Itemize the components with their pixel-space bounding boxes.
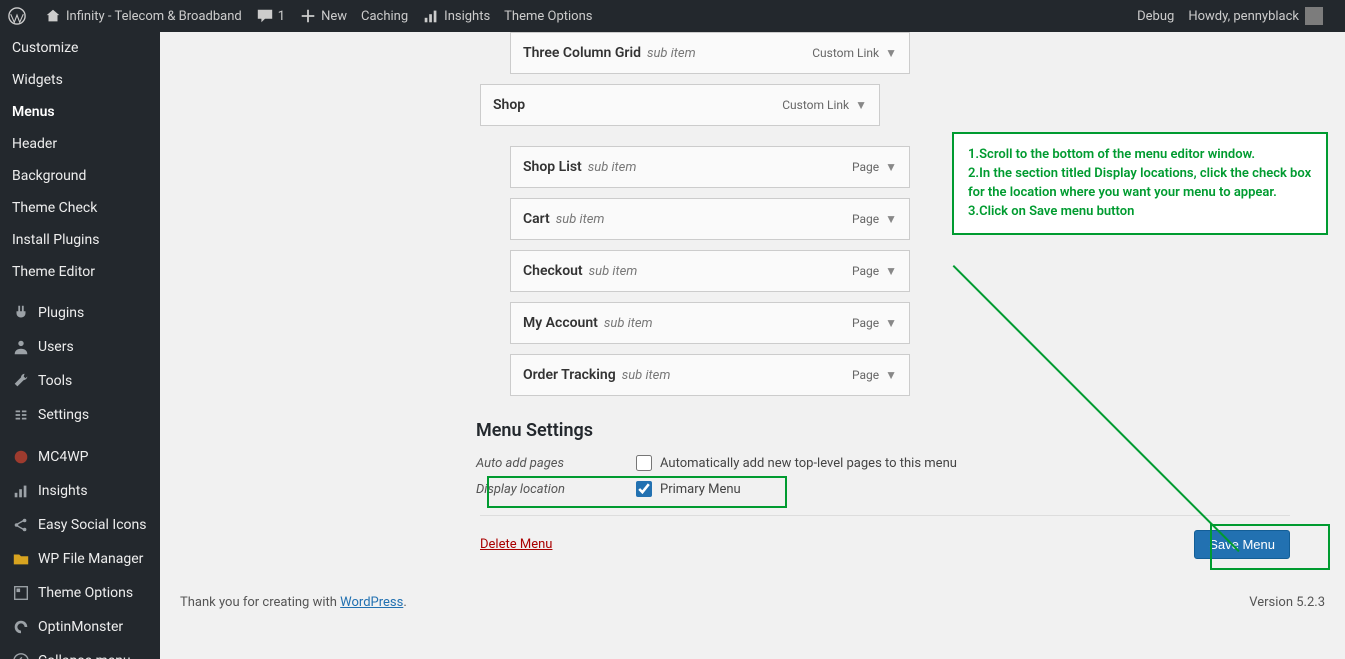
menu-item-type: Custom Link (782, 98, 849, 112)
plugins-icon (12, 304, 30, 322)
comments-count: 1 (278, 9, 285, 24)
tools-icon (12, 372, 30, 390)
annotation-tip: 1.Scroll to the bottom of the menu edito… (952, 132, 1328, 235)
sidebar-item-header[interactable]: Header (0, 128, 160, 160)
display-location-checkbox[interactable] (636, 481, 652, 497)
sidebar-item-users[interactable]: Users (0, 330, 160, 364)
chevron-down-icon[interactable]: ▼ (855, 98, 867, 112)
menu-item-handle[interactable]: ShopCustom Link▼ (480, 84, 880, 126)
mc4wp-icon (12, 448, 30, 466)
insights-icon (12, 482, 30, 500)
sidebar-item-customize[interactable]: Customize (0, 32, 160, 64)
auto-add-label[interactable]: Automatically add new top-level pages to… (636, 455, 957, 471)
my-account[interactable]: Howdy, pennyblack (1188, 7, 1323, 25)
menu-item-handle[interactable]: Checkoutsub itemPage▼ (510, 250, 910, 292)
plus-icon (299, 7, 317, 25)
menu-settings-heading: Menu Settings (476, 420, 1290, 441)
menu-item-type: Page (852, 368, 879, 382)
optin-icon (12, 618, 30, 636)
menu-item-handle[interactable]: Order Trackingsub itemPage▼ (510, 354, 910, 396)
publishing-actions: Delete Menu Save Menu (480, 515, 1290, 577)
chevron-down-icon[interactable]: ▼ (885, 316, 897, 330)
sidebar-item-install-plugins[interactable]: Install Plugins (0, 224, 160, 256)
folder-icon (12, 550, 30, 568)
chevron-down-icon[interactable]: ▼ (885, 264, 897, 278)
sidebar-item-menus[interactable]: Menus (0, 96, 160, 128)
new-label: New (321, 9, 347, 24)
wordpress-icon (8, 7, 26, 25)
sidebar-item-tools[interactable]: Tools (0, 364, 160, 398)
collapse-icon (12, 652, 30, 659)
wp-logo[interactable] (8, 7, 30, 25)
display-location-legend: Display location (476, 482, 636, 497)
sidebar-item-theme-options[interactable]: Theme Options (0, 576, 160, 610)
sidebar-item-settings[interactable]: Settings (0, 398, 160, 432)
display-location-row: Display location Primary Menu (476, 481, 1290, 497)
auto-add-legend: Auto add pages (476, 456, 636, 471)
menu-settings-section: Menu Settings Auto add pages Automatical… (476, 420, 1290, 497)
menu-item-type: Page (852, 264, 879, 278)
sidebar-item-optinmonster[interactable]: OptinMonster (0, 610, 160, 644)
insights-link[interactable]: Insights (422, 7, 490, 25)
debug-link[interactable]: Debug (1137, 9, 1174, 24)
sidebar-item-widgets[interactable]: Widgets (0, 64, 160, 96)
settings-icon (12, 406, 30, 424)
home-icon (44, 7, 62, 25)
menu-item-type: Page (852, 212, 879, 226)
wordpress-link[interactable]: WordPress (340, 595, 403, 610)
site-name-link[interactable]: Infinity - Telecom & Broadband (44, 7, 242, 25)
sidebar-item-wp-file-manager[interactable]: WP File Manager (0, 542, 160, 576)
sidebar-extra: MC4WPInsightsEasy Social IconsWP File Ma… (0, 440, 160, 644)
save-menu-button[interactable]: Save Menu (1194, 530, 1290, 559)
collapse-menu[interactable]: Collapse menu (0, 644, 160, 659)
sidebar-item-theme-check[interactable]: Theme Check (0, 192, 160, 224)
auto-add-checkbox[interactable] (636, 455, 652, 471)
share-icon (12, 516, 30, 534)
theme-icon (12, 584, 30, 602)
menu-item-type: Custom Link (812, 46, 879, 60)
menu-item-handle[interactable]: Cartsub itemPage▼ (510, 198, 910, 240)
sidebar-main: PluginsUsersToolsSettings (0, 296, 160, 432)
caching-link[interactable]: Caching (361, 9, 408, 24)
admin-footer: Thank you for creating with WordPress. V… (160, 587, 1345, 624)
menu-item-type: Page (852, 160, 879, 174)
display-location-label[interactable]: Primary Menu (636, 481, 741, 497)
delete-menu-link[interactable]: Delete Menu (480, 537, 552, 552)
chevron-down-icon[interactable]: ▼ (885, 46, 897, 60)
sidebar-item-insights[interactable]: Insights (0, 474, 160, 508)
sidebar-item-theme-editor[interactable]: Theme Editor (0, 256, 160, 288)
menu-item-handle[interactable]: My Accountsub itemPage▼ (510, 302, 910, 344)
avatar (1305, 7, 1323, 25)
sidebar-item-easy-social-icons[interactable]: Easy Social Icons (0, 508, 160, 542)
main-content: Three Column Gridsub itemCustom Link▼Sho… (160, 32, 1345, 659)
site-title: Infinity - Telecom & Broadband (66, 9, 242, 24)
menu-item-handle[interactable]: Three Column Gridsub itemCustom Link▼ (510, 32, 910, 74)
admin-bar: Infinity - Telecom & Broadband 1 New Cac… (0, 0, 1345, 32)
menu-item-handle[interactable]: Shop Listsub itemPage▼ (510, 146, 910, 188)
menu-item-type: Page (852, 316, 879, 330)
chevron-down-icon[interactable]: ▼ (885, 212, 897, 226)
sidebar-item-mc4wp[interactable]: MC4WP (0, 440, 160, 474)
sidebar-item-plugins[interactable]: Plugins (0, 296, 160, 330)
chevron-down-icon[interactable]: ▼ (885, 368, 897, 382)
theme-options-link[interactable]: Theme Options (504, 9, 592, 24)
users-icon (12, 338, 30, 356)
comments-link[interactable]: 1 (256, 7, 285, 25)
chart-bar-icon (422, 7, 440, 25)
chevron-down-icon[interactable]: ▼ (885, 160, 897, 174)
footer-version: Version 5.2.3 (1249, 595, 1325, 610)
new-content-link[interactable]: New (299, 7, 347, 25)
footer-thanks: Thank you for creating with WordPress. (180, 595, 407, 610)
sidebar-item-background[interactable]: Background (0, 160, 160, 192)
sidebar-sublist: CustomizeWidgetsMenusHeaderBackgroundThe… (0, 32, 160, 288)
admin-sidebar: CustomizeWidgetsMenusHeaderBackgroundThe… (0, 32, 160, 659)
comment-icon (256, 7, 274, 25)
auto-add-pages-row: Auto add pages Automatically add new top… (476, 455, 1290, 471)
